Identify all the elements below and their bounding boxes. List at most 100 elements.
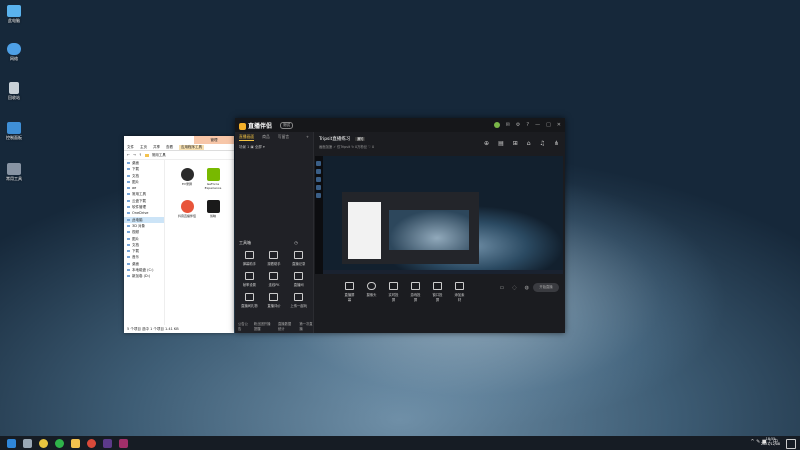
chat-icon	[244, 251, 254, 259]
window-controls: ✉ ⚙ ? — □ ✕	[493, 122, 561, 128]
desktop-icon-control-panel[interactable]: 控制面板	[2, 122, 26, 141]
source-toolbar: 直播屏幕 摄像头 实时投屏 游戏投屏 窗口投屏 添加素材 ▭ ◌ ◍ 开始直播	[315, 276, 565, 316]
navigation-pane[interactable]: 桌面 下载 文档 图片 ae 常用工具 云盘下载 软件管理 OneDrive 此…	[124, 160, 165, 325]
cloud-upload-icon	[294, 293, 304, 301]
video-icon[interactable]: ▭	[500, 285, 505, 291]
stream-title[interactable]: Tripsit直播练习 通知	[319, 136, 366, 142]
grid-icon[interactable]: ⊞	[513, 140, 518, 147]
tool-pk[interactable]: 连线PK	[262, 272, 287, 287]
help-icon[interactable]: ?	[526, 122, 529, 128]
header-icon-group: ⊕ ▤ ⊞ ⌂ ♫ ⋔	[484, 140, 559, 147]
file-item[interactable]: GeForce Experience	[202, 168, 224, 190]
live-companion-icon[interactable]	[119, 438, 128, 448]
ribbon-tab-view[interactable]: 查看	[166, 145, 173, 150]
link-first-live[interactable]: 第一次直播	[299, 321, 313, 331]
source-game[interactable]: 游戏投屏	[409, 282, 422, 302]
tab-goods[interactable]: 商品	[262, 134, 270, 141]
scene-label: 场景 1	[239, 145, 250, 149]
back-icon[interactable]: ←	[127, 153, 130, 157]
explorer-titlebar[interactable]: 管理	[124, 136, 234, 144]
desktop-icon-tools[interactable]: 常用工具	[2, 163, 26, 182]
add-icon[interactable]: +	[306, 134, 309, 141]
scene-header[interactable]: 场景 1 ▣ 全屏 ▾	[235, 143, 313, 152]
tool-upload[interactable]: 上传一起玩	[286, 293, 311, 308]
browser-icon[interactable]	[39, 438, 48, 448]
file-explorer-icon[interactable]	[71, 438, 80, 448]
douyin-icon[interactable]	[103, 438, 112, 448]
tool-gifts[interactable]: 直播间礼物	[237, 293, 262, 308]
stream-header: Tripsit直播练习 通知 画面加速 ✓ 仅Tripsit ↻ 0万粉丝 ♡ …	[315, 132, 565, 154]
home-icon[interactable]: ⌂	[527, 140, 531, 147]
add-scene-icon[interactable]: ⊕	[484, 140, 489, 147]
music-icon[interactable]: ♫	[540, 140, 545, 147]
wechat-icon[interactable]	[55, 438, 64, 448]
tool-room[interactable]: 直播间	[286, 272, 311, 287]
start-icon[interactable]	[7, 438, 16, 448]
file-item[interactable]: EV录屏	[176, 168, 198, 186]
manage-tab[interactable]: 管理	[194, 136, 234, 144]
link-stats[interactable]: 直播数据统计	[278, 321, 294, 331]
tool-records[interactable]: 直播记录	[286, 251, 311, 266]
start-live-button[interactable]: 开始直播	[533, 283, 559, 292]
ribbon-tab-file[interactable]: 文件	[127, 145, 134, 150]
close-button[interactable]: ✕	[557, 122, 561, 128]
speaker-icon[interactable]: ◍	[525, 285, 529, 291]
tab-comments[interactable]: 写留言	[278, 134, 289, 141]
file-list: EV录屏 GeForce Experience 抖音直播伴侣 剪映	[166, 164, 234, 325]
task-view-icon[interactable]	[23, 438, 32, 448]
source-mirror[interactable]: 实时投屏	[387, 282, 400, 302]
status-bar: 5 个项目 选中 1 个项目 1.41 KB	[124, 325, 234, 333]
tool-danmu[interactable]: 弹幕助手	[237, 251, 262, 266]
forward-icon[interactable]: →	[133, 153, 136, 157]
address-bar[interactable]: ← → ↑ 常用工具	[124, 151, 234, 160]
notification-icon[interactable]	[786, 439, 796, 449]
scene-controls[interactable]: ▣ 全屏 ▾	[250, 145, 264, 149]
file-item[interactable]: 剪映	[202, 200, 224, 218]
pk-icon	[269, 272, 279, 280]
source-camera[interactable]: 摄像头	[365, 282, 378, 302]
camera-icon	[367, 282, 376, 290]
source-add[interactable]: 添加素材	[453, 282, 466, 302]
app-logo: 直播伴侣	[239, 121, 272, 130]
tool-framerate[interactable]: 帧率设置	[237, 272, 262, 287]
desktop-icon-network[interactable]: 网络	[2, 43, 26, 62]
message-icon[interactable]: ✉	[506, 122, 510, 128]
nested-explorer	[348, 202, 381, 259]
clock-icon[interactable]: ◷	[294, 240, 298, 245]
link-fan-reminder[interactable]: 粉丝团开播提醒	[254, 321, 273, 331]
maximize-button[interactable]: □	[546, 122, 551, 128]
live-preview-canvas[interactable]	[315, 156, 563, 274]
tool-viewers[interactable]: 观看助手	[262, 251, 287, 266]
settings-icon[interactable]: ⚙	[516, 122, 520, 128]
nested-desktop-icons	[315, 158, 323, 218]
notice-badge[interactable]: 通知	[354, 137, 366, 141]
ribbon-tab-share[interactable]: 共享	[153, 145, 160, 150]
tab-live-view[interactable]: 直播画面	[239, 134, 255, 141]
source-screen[interactable]: 直播屏幕	[343, 282, 356, 302]
capcut-icon	[206, 200, 220, 213]
layout-icon[interactable]: ▤	[498, 140, 504, 147]
desktop-icon-recycle-bin[interactable]: 回收站	[2, 82, 26, 101]
user-icon	[269, 251, 279, 259]
file-explorer-window[interactable]: 管理 文件 主页 共享 查看 应用程序工具 ← → ↑ 常用工具 桌面 下载 文…	[124, 136, 234, 333]
app-titlebar[interactable]: 直播伴侣 测试 ✉ ⚙ ? — □ ✕	[235, 118, 565, 132]
clock[interactable]: 18:55 2021/12/08	[761, 437, 780, 447]
up-icon[interactable]: ↑	[139, 153, 142, 157]
folder-icon	[144, 153, 149, 157]
share-icon[interactable]: ⋔	[554, 140, 559, 147]
tool-rating[interactable]: 直播评价	[262, 293, 287, 308]
link-announcement[interactable]: 公告公告	[238, 321, 249, 331]
source-window[interactable]: 窗口投屏	[431, 282, 444, 302]
chrome-icon[interactable]	[87, 438, 96, 448]
mini-icon	[316, 177, 321, 182]
nav-item[interactable]: 新加卷 (D:)	[124, 273, 164, 279]
desktop-icon-this-pc[interactable]: 此电脑	[2, 5, 26, 24]
live-streaming-app-window[interactable]: 直播伴侣 测试 ✉ ⚙ ? — □ ✕ 直播画面 商品 写留言 + 场景 1 ▣…	[235, 118, 565, 333]
minimize-button[interactable]: —	[535, 122, 540, 128]
file-item[interactable]: 抖音直播伴侣	[176, 200, 198, 218]
douyin-live-icon	[180, 200, 194, 213]
avatar[interactable]	[493, 122, 500, 128]
mic-icon[interactable]: ◌	[512, 285, 516, 291]
ribbon-tab-home[interactable]: 主页	[140, 145, 147, 150]
ribbon-tab-app-tools[interactable]: 应用程序工具	[179, 144, 204, 150]
